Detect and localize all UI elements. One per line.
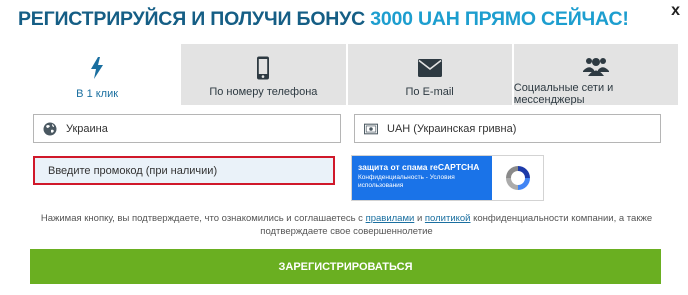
currency-select[interactable]: UAH (Украинская гривна) <box>354 114 661 143</box>
globe-icon <box>43 122 57 136</box>
tab-email[interactable]: По E-mail <box>345 44 512 105</box>
legal-notice: Нажимая кнопку, вы подтверждаете, что оз… <box>15 212 678 238</box>
legal-text-before: Нажимая кнопку, вы подтверждаете, что оз… <box>40 213 366 224</box>
tab-social[interactable]: Социальные сети и мессенджеры <box>511 44 678 106</box>
register-button[interactable]: ЗАРЕГИСТРИРОВАТЬСЯ <box>30 249 661 284</box>
rules-link[interactable]: правилами <box>366 213 415 224</box>
tab-phone[interactable]: По номеру телефона <box>179 44 346 105</box>
tab-label: По E-mail <box>405 86 454 98</box>
country-select[interactable]: Украина <box>33 114 341 143</box>
modal-title: РЕГИСТРИРУЙСЯ И ПОЛУЧИ БОНУС 3000 UAH ПР… <box>18 8 629 31</box>
banknote-icon <box>364 122 378 136</box>
title-accent: 3000 UAH ПРЯМО СЕЙЧАС! <box>370 8 629 30</box>
recaptcha-terms-link[interactable]: Конфиденциальность - Условия использован… <box>358 174 486 190</box>
registration-tabs: В 1 клик По номеру телефона По E-mail Со… <box>15 44 678 106</box>
tab-one-click[interactable]: В 1 клик <box>15 44 180 105</box>
currency-value: UAH (Украинская гривна) <box>387 122 517 135</box>
envelope-icon <box>417 56 442 80</box>
recaptcha-badge[interactable]: защита от спама reCAPTCHA Конфиденциальн… <box>351 155 544 201</box>
recaptcha-title: защита от спама reCAPTCHA <box>358 162 480 172</box>
tab-label: По номеру телефона <box>209 86 318 98</box>
phone-icon <box>256 56 270 80</box>
users-icon <box>582 56 609 76</box>
lightning-icon <box>90 56 104 80</box>
policy-link[interactable]: политикой <box>425 213 471 224</box>
recaptcha-logo-icon[interactable] <box>492 156 543 200</box>
tab-label: Социальные сети и мессенджеры <box>513 82 614 106</box>
registration-panel: Украина UAH (Украинская гривна) защита о… <box>15 105 678 295</box>
legal-text-and: и <box>414 213 425 224</box>
close-button[interactable]: x <box>671 2 680 20</box>
country-value: Украина <box>66 122 108 135</box>
promo-code-field[interactable] <box>33 156 335 185</box>
recaptcha-text-area: защита от спама reCAPTCHA Конфиденциальн… <box>352 156 492 200</box>
title-main: РЕГИСТРИРУЙСЯ И ПОЛУЧИ БОНУС <box>18 8 371 30</box>
tab-label: В 1 клик <box>76 88 119 100</box>
promo-code-input[interactable] <box>35 158 333 183</box>
